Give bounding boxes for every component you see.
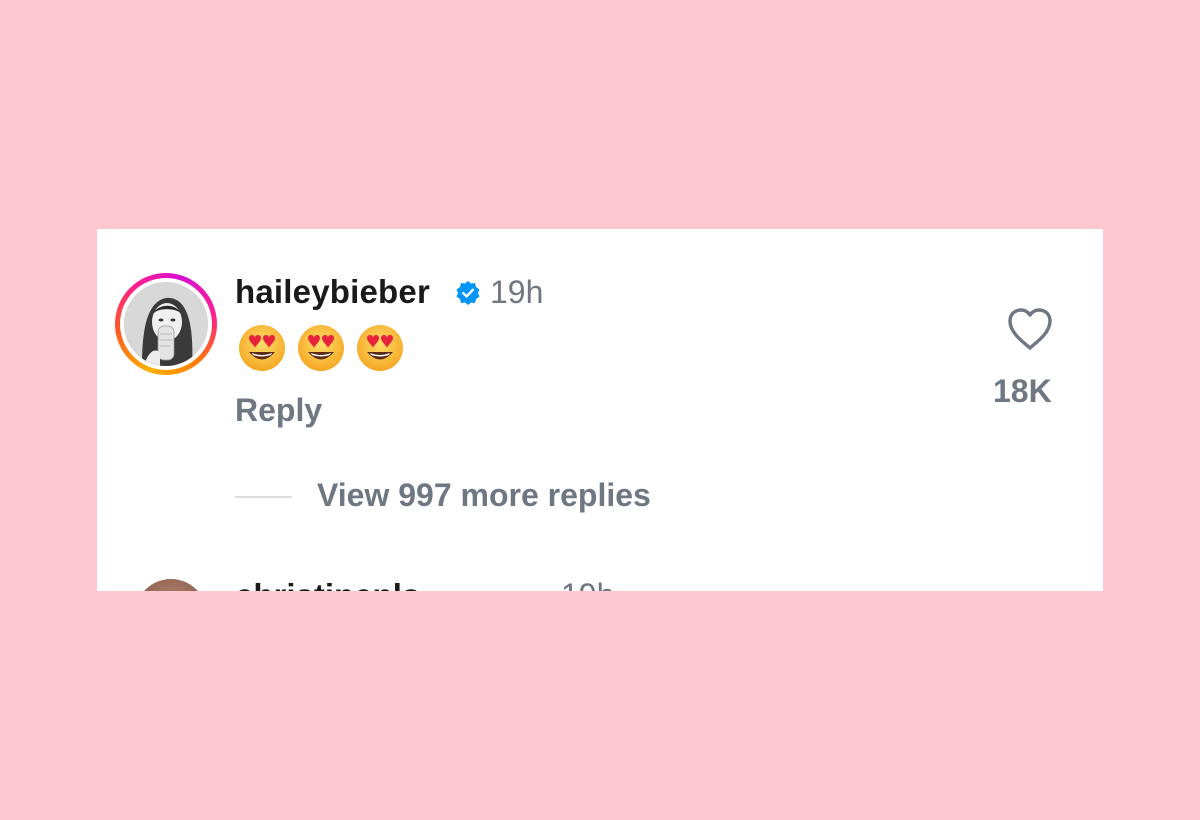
next-comment-username[interactable]: christinenls (235, 577, 420, 591)
heart-eyes-emoji-icon (357, 325, 403, 371)
next-comment-avatar[interactable] (135, 579, 207, 591)
verified-badge-icon (456, 281, 480, 305)
story-ring[interactable] (115, 273, 217, 375)
comment-timestamp: 19h (490, 274, 544, 310)
like-count: 18K (993, 373, 1052, 409)
like-heart-icon[interactable] (1006, 307, 1054, 351)
next-comment-timestamp: 19h (561, 577, 614, 591)
comment-card: haileybieber 19h Reply 18K View 997 more… (97, 229, 1103, 591)
heart-eyes-emoji-icon (298, 325, 344, 371)
avatar[interactable] (124, 282, 208, 366)
reply-button[interactable]: Reply (235, 392, 322, 429)
view-more-replies-button[interactable]: View 997 more replies (317, 477, 651, 514)
comment-text (237, 323, 405, 373)
avatar-border (120, 278, 212, 370)
heart-eyes-emoji-icon (239, 325, 285, 371)
avatar-photo (124, 282, 208, 366)
comment-username[interactable]: haileybieber (235, 273, 430, 311)
replies-divider (235, 496, 292, 498)
